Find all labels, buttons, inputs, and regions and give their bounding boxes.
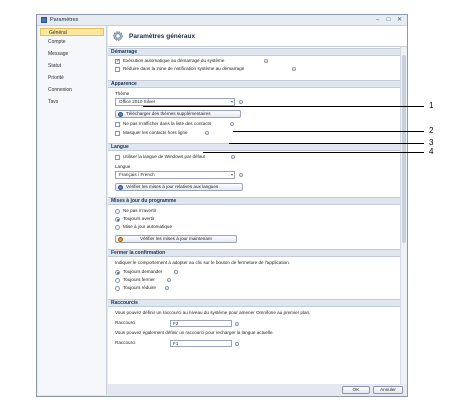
theme-label: Thème bbox=[115, 91, 130, 96]
shortcut-field[interactable]: F2 bbox=[170, 320, 232, 327]
close-option-radio[interactable] bbox=[115, 286, 120, 291]
refresh-icon bbox=[118, 185, 123, 190]
close-icon[interactable]: ✕ bbox=[396, 17, 403, 23]
shortcut-label: Raccourci bbox=[115, 340, 136, 345]
section-fermer: Fermer la confirmation bbox=[108, 249, 400, 257]
callout-line bbox=[143, 106, 424, 107]
language-label: Langue bbox=[115, 164, 131, 169]
info-icon: i bbox=[239, 173, 243, 178]
sidebar-item-compte[interactable]: Compte bbox=[40, 38, 104, 46]
tray-label: Réduire dans la zone de notification sys… bbox=[123, 66, 245, 71]
autostart-label: Exécution automatique au démarrage du sy… bbox=[123, 58, 225, 63]
info-icon: i bbox=[165, 286, 169, 291]
update-option-label: Mise à jour automatique bbox=[123, 224, 173, 229]
update-option-radio[interactable] bbox=[115, 217, 120, 222]
settings-scroll-area[interactable]: Démarrage Exécution automatique au démar… bbox=[108, 47, 407, 384]
update-option-label: Toujours avertir bbox=[123, 216, 155, 221]
section-raccourcis: Raccourcis bbox=[108, 299, 400, 307]
info-icon: i bbox=[205, 131, 209, 136]
shortcut-label: Raccourci bbox=[115, 320, 136, 325]
page-title: Paramètres généraux bbox=[129, 33, 196, 40]
chevron-down-icon: ▾ bbox=[230, 172, 233, 177]
check-language-updates-label: Vérifier les mises à jour relatives aux … bbox=[126, 184, 219, 189]
hide-self-checkbox[interactable] bbox=[115, 122, 120, 127]
close-option-radio[interactable] bbox=[115, 270, 120, 275]
update-option-radio[interactable] bbox=[115, 225, 120, 230]
section-mises-a-jour: Mises à jour du programme bbox=[108, 197, 400, 205]
hide-self-label: Ne pas m'afficher dans la liste des cont… bbox=[123, 121, 212, 126]
minimize-icon[interactable]: – bbox=[374, 17, 381, 23]
settings-window: Paramètres – □ ✕ Général Compte Message … bbox=[36, 14, 408, 397]
ok-button[interactable]: OK bbox=[342, 386, 370, 394]
app-icon bbox=[41, 17, 47, 23]
section-langue: Langue bbox=[108, 143, 400, 151]
close-description: Indiquer le comportement à adopter au cl… bbox=[115, 260, 291, 265]
info-icon: i bbox=[264, 59, 268, 64]
windows-language-checkbox[interactable] bbox=[115, 155, 120, 160]
close-option-label: Toujours réduire bbox=[123, 285, 156, 290]
dialog-footer: OK Annuler bbox=[108, 384, 407, 396]
info-icon: i bbox=[235, 322, 239, 327]
section-demarrage: Démarrage bbox=[108, 48, 400, 56]
language-value: Français / French bbox=[119, 172, 155, 177]
update-option-label: Ne pas m'avertir bbox=[123, 208, 157, 213]
info-icon: i bbox=[235, 342, 239, 347]
callout-line bbox=[233, 131, 424, 132]
shortcut-field[interactable]: F1 bbox=[170, 340, 232, 347]
shortcut-description: Vous pouvez définir un raccourci au nive… bbox=[115, 310, 311, 315]
close-option-label: Toujours fermer bbox=[123, 277, 155, 282]
theme-dropdown[interactable]: Office 2010 Silver ▾ bbox=[115, 98, 235, 106]
download-themes-label: Télécharger des thèmes supplémentaires bbox=[126, 111, 211, 116]
check-updates-now-button[interactable]: Vérifier les mises à jour maintenant bbox=[115, 235, 237, 243]
windows-language-label: Utiliser la langue de Windows par défaut bbox=[123, 154, 206, 159]
callout-line bbox=[229, 143, 424, 144]
download-themes-button[interactable]: Télécharger des thèmes supplémentaires bbox=[115, 110, 241, 118]
close-option-label: Toujours demander bbox=[123, 269, 163, 274]
chevron-down-icon: ▾ bbox=[230, 99, 233, 104]
callout-number: 1 bbox=[429, 101, 434, 110]
shortcut-description: Vous pouvez également définir un raccour… bbox=[115, 330, 274, 335]
close-option-radio[interactable] bbox=[115, 278, 120, 283]
hide-offline-checkbox[interactable] bbox=[115, 131, 120, 136]
sidebar: Général Compte Message Statut Priorité C… bbox=[38, 26, 107, 395]
hide-offline-label: Masquer les contacts hors ligne bbox=[123, 130, 188, 135]
content-header: Paramètres généraux bbox=[108, 26, 407, 47]
sidebar-item-tavs[interactable]: Tavs bbox=[40, 98, 104, 106]
check-updates-now-label: Vérifier les mises à jour maintenant bbox=[140, 236, 212, 241]
globe-icon bbox=[118, 112, 123, 117]
info-icon: i bbox=[231, 155, 235, 160]
sidebar-item-general[interactable]: Général bbox=[40, 28, 104, 36]
language-dropdown[interactable]: Français / French ▾ bbox=[115, 171, 235, 179]
maximize-icon[interactable]: □ bbox=[385, 17, 392, 23]
update-option-radio[interactable] bbox=[115, 209, 120, 214]
cancel-button[interactable]: Annuler bbox=[373, 386, 403, 394]
section-apparence: Apparence bbox=[108, 80, 400, 88]
info-icon: i bbox=[174, 270, 178, 275]
settings-content: Paramètres généraux Démarrage Exécution … bbox=[108, 26, 407, 384]
sidebar-item-connexion[interactable]: Connexion bbox=[40, 86, 104, 94]
title-bar[interactable]: Paramètres – □ ✕ bbox=[37, 15, 407, 26]
info-icon: i bbox=[230, 122, 234, 127]
callout-number: 3 bbox=[429, 138, 434, 147]
gear-icon bbox=[113, 31, 123, 41]
theme-value: Office 2010 Silver bbox=[119, 99, 156, 104]
scrollbar-thumb[interactable] bbox=[402, 55, 406, 243]
autostart-checkbox[interactable] bbox=[115, 58, 120, 64]
vertical-scrollbar[interactable] bbox=[400, 47, 407, 384]
info-icon: i bbox=[239, 100, 243, 105]
callout-number: 2 bbox=[429, 126, 434, 135]
tray-checkbox[interactable] bbox=[115, 67, 120, 72]
info-icon: i bbox=[292, 67, 296, 72]
sidebar-item-statut[interactable]: Statut bbox=[40, 62, 104, 70]
callout-line bbox=[203, 152, 424, 153]
callout-number: 4 bbox=[429, 147, 434, 156]
update-icon bbox=[118, 237, 123, 242]
window-title: Paramètres bbox=[50, 17, 79, 23]
info-icon: i bbox=[167, 278, 171, 283]
sidebar-item-priorite[interactable]: Priorité bbox=[40, 74, 104, 82]
sidebar-item-message[interactable]: Message bbox=[40, 50, 104, 58]
check-language-updates-button[interactable]: Vérifier les mises à jour relatives aux … bbox=[115, 183, 243, 191]
